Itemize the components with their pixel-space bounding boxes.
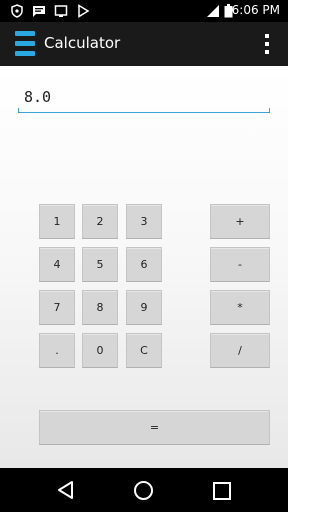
key-5[interactable]: 5 [82, 247, 118, 282]
key-3[interactable]: 3 [126, 204, 162, 239]
key-minus[interactable]: - [210, 247, 270, 282]
display-value: 8.0 [24, 88, 52, 106]
status-bar: 6:06 PM [0, 0, 288, 22]
signal-icon [207, 5, 219, 17]
key-7[interactable]: 7 [39, 290, 75, 325]
app-title: Calculator [44, 34, 121, 52]
key-0[interactable]: 0 [82, 333, 118, 368]
key-8[interactable]: 8 [82, 290, 118, 325]
key-divide[interactable]: / [210, 333, 270, 368]
play-store-icon [78, 4, 90, 18]
key-4[interactable]: 4 [39, 247, 75, 282]
key-2[interactable]: 2 [82, 204, 118, 239]
cast-icon [54, 5, 68, 17]
key-6[interactable]: 6 [126, 247, 162, 282]
calculator-app-icon[interactable] [15, 31, 35, 57]
status-time: 6:06 PM [231, 3, 280, 17]
calculator-content: 8.0 1 2 3 + 4 5 6 - 7 8 9 * . 0 C / = [0, 66, 288, 468]
recents-icon[interactable] [212, 481, 232, 501]
key-9[interactable]: 9 [126, 290, 162, 325]
key-clear[interactable]: C [126, 333, 162, 368]
key-equals[interactable]: = [39, 410, 270, 445]
shield-icon [11, 4, 23, 18]
key-1[interactable]: 1 [39, 204, 75, 239]
key-decimal[interactable]: . [39, 333, 75, 368]
back-icon[interactable] [56, 480, 76, 500]
navigation-bar [0, 468, 288, 512]
home-icon[interactable] [133, 480, 154, 501]
key-plus[interactable]: + [210, 204, 270, 239]
message-icon [33, 6, 45, 17]
app-bar: Calculator [0, 22, 288, 66]
overflow-menu-icon[interactable] [264, 34, 270, 54]
display-field[interactable]: 8.0 [18, 84, 270, 113]
key-multiply[interactable]: * [210, 290, 270, 325]
